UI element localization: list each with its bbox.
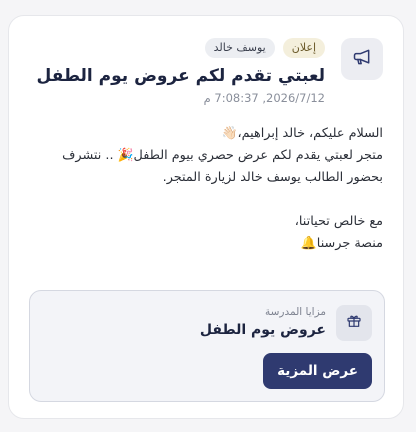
gift-icon bbox=[346, 313, 362, 333]
perk-category-label: مزايا المدرسة bbox=[265, 306, 326, 318]
perk-card: مزايا المدرسة عروض يوم الطفل عرض المزية bbox=[29, 290, 385, 402]
post-title: لعبتي تقدم لكم عروض يوم الطفل bbox=[36, 66, 325, 86]
post-date: 2026/7/12, 7:08:37 م bbox=[203, 91, 325, 105]
announcement-icon-box bbox=[341, 38, 383, 80]
post-type-badge: إعلان bbox=[282, 38, 325, 58]
megaphone-icon bbox=[352, 47, 372, 71]
perk-name: عروض يوم الطفل bbox=[199, 322, 326, 338]
announcement-card: إعلان يوسف خالد لعبتي تقدم لكم عروض يوم … bbox=[8, 15, 404, 419]
post-badges: إعلان يوسف خالد bbox=[204, 38, 325, 58]
view-perk-button[interactable]: عرض المزية bbox=[263, 353, 372, 389]
perk-icon-box bbox=[336, 305, 372, 341]
post-body: السلام عليكم، خالد إبراهيم،👋🏻 متجر لعبتي… bbox=[62, 126, 383, 251]
author-badge: يوسف خالد bbox=[204, 38, 275, 58]
